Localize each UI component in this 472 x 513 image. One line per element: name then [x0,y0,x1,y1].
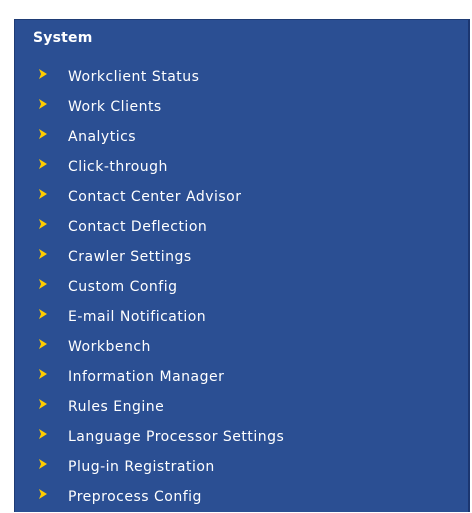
menu-item-custom-config[interactable]: Custom Config [15,273,468,303]
chevron-right-icon [39,99,47,109]
system-nav-panel: System Workclient Status Work Clients An… [14,19,470,512]
menu-item-information-manager[interactable]: Information Manager [15,363,468,393]
chevron-right-icon [39,69,47,79]
menu-item-label: Custom Config [68,279,178,295]
menu-item-label: Rules Engine [68,399,165,415]
menu-item-work-clients[interactable]: Work Clients [15,93,468,123]
menu-item-plug-in-registration[interactable]: Plug-in Registration [15,453,468,483]
menu-item-label: Preprocess Config [68,489,202,505]
chevron-right-icon [39,249,47,259]
chevron-right-icon [39,219,47,229]
menu-item-workbench[interactable]: Workbench [15,333,468,363]
chevron-right-icon [39,429,47,439]
menu-item-label: E-mail Notification [68,309,207,325]
page-frame: System Workclient Status Work Clients An… [0,0,472,512]
chevron-right-icon [39,189,47,199]
menu-item-preprocess-config[interactable]: Preprocess Config [15,483,468,513]
menu-item-label: Contact Center Advisor [68,189,242,205]
menu-item-analytics[interactable]: Analytics [15,123,468,153]
chevron-right-icon [39,339,47,349]
chevron-right-icon [39,459,47,469]
chevron-right-icon [39,129,47,139]
section-title: System [33,30,93,46]
menu-item-language-processor-settings[interactable]: Language Processor Settings [15,423,468,453]
menu-item-label: Crawler Settings [68,249,192,265]
chevron-right-icon [39,399,47,409]
menu-item-label: Analytics [68,129,137,145]
menu-item-label: Work Clients [68,99,162,115]
menu-item-rules-engine[interactable]: Rules Engine [15,393,468,423]
menu-item-label: Language Processor Settings [68,429,285,445]
system-menu-list: Workclient Status Work Clients Analytics… [15,63,468,513]
chevron-right-icon [39,369,47,379]
chevron-right-icon [39,489,47,499]
menu-item-click-through[interactable]: Click-through [15,153,468,183]
menu-item-label: Contact Deflection [68,219,208,235]
menu-item-label: Click-through [68,159,168,175]
chevron-right-icon [39,279,47,289]
menu-item-crawler-settings[interactable]: Crawler Settings [15,243,468,273]
menu-item-label: Information Manager [68,369,225,385]
menu-item-contact-center-advisor[interactable]: Contact Center Advisor [15,183,468,213]
menu-item-workclient-status[interactable]: Workclient Status [15,63,468,93]
menu-item-contact-deflection[interactable]: Contact Deflection [15,213,468,243]
menu-item-label: Workclient Status [68,69,200,85]
menu-item-label: Plug-in Registration [68,459,215,475]
chevron-right-icon [39,309,47,319]
chevron-right-icon [39,159,47,169]
menu-item-email-notification[interactable]: E-mail Notification [15,303,468,333]
menu-item-label: Workbench [68,339,151,355]
